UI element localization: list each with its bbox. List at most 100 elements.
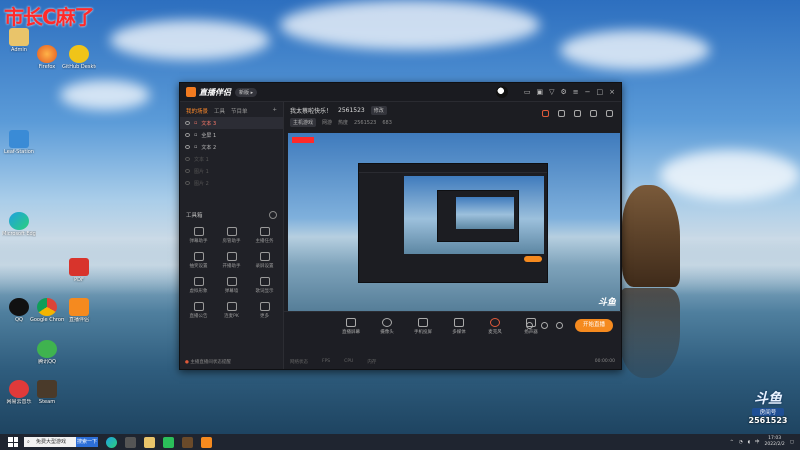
room-title: 我太蔡啦快乐！: [290, 108, 333, 115]
live-app-icon: [69, 298, 89, 316]
maximize-icon[interactable]: □: [597, 88, 604, 96]
version-badge[interactable]: 新版 ▸: [235, 87, 258, 97]
task-view-icon[interactable]: [125, 436, 136, 448]
tab-program[interactable]: 节目单: [231, 107, 248, 115]
eye-icon[interactable]: [185, 145, 190, 149]
notice-icon: ●: [185, 360, 189, 365]
room-number-label: 房间号: [752, 408, 784, 416]
edge-taskbar-icon[interactable]: [106, 436, 117, 448]
more-tools-icon[interactable]: [269, 211, 277, 219]
taskbar-search-input[interactable]: ⌕ 免费大型游戏: [24, 437, 76, 447]
eye-icon[interactable]: [541, 322, 548, 329]
desktop-icon-steam[interactable]: Steam: [30, 380, 64, 405]
scene-item-text1[interactable]: 文本 1: [180, 153, 283, 165]
desktop-icon-chrome[interactable]: Google Chrome: [30, 298, 64, 323]
user-icon: [226, 227, 237, 236]
add-scene-icon[interactable]: +: [272, 107, 277, 115]
tool-record[interactable]: 录屏设置: [250, 252, 280, 269]
skin-icon[interactable]: ▽: [549, 88, 554, 96]
desktop-icon-live[interactable]: 直播伴侣: [62, 298, 96, 323]
settings-icon[interactable]: ⚙: [560, 88, 566, 96]
tool-lottery[interactable]: 抽奖设置: [184, 252, 214, 269]
message-icon[interactable]: ▭: [524, 88, 531, 96]
room-id: 2561523: [338, 107, 365, 114]
user-avatar[interactable]: [495, 86, 508, 98]
eye-icon[interactable]: [185, 181, 190, 185]
tool-announcement[interactable]: 直播公告: [184, 302, 214, 319]
minimize-icon[interactable]: −: [585, 88, 591, 96]
gift-icon[interactable]: ▣: [536, 88, 543, 96]
windows-start-icon[interactable]: [8, 437, 18, 447]
source-screen-button[interactable]: 直播屏幕: [340, 318, 362, 335]
camera-icon: [382, 318, 392, 327]
tool-lyrics[interactable]: 歌词显示: [250, 277, 280, 294]
scene-item-image2[interactable]: 图片 2: [180, 177, 283, 189]
scene-item-fullscreen1[interactable]: ▫ 全屏 1: [180, 129, 283, 141]
share-icon[interactable]: [606, 110, 613, 117]
tool-danmaku[interactable]: 弹幕助手: [184, 227, 214, 244]
eye-icon[interactable]: [185, 169, 190, 173]
lock-icon[interactable]: ▫: [194, 144, 197, 150]
desktop-icon-tencent[interactable]: 腾讯QQ: [30, 340, 64, 365]
source-media-button[interactable]: 多媒体: [448, 318, 470, 335]
desktop-icon-firefox[interactable]: Firefox: [30, 45, 64, 70]
tab-tools[interactable]: 工具: [214, 107, 225, 115]
taskbar-search-button[interactable]: 搜索一下: [76, 437, 98, 447]
live-app-taskbar-icon[interactable]: [201, 436, 212, 448]
menu-icon[interactable]: ≡: [573, 88, 579, 96]
eye-icon[interactable]: [185, 133, 190, 137]
desktop-icon-pdf[interactable]: PDF: [62, 258, 96, 283]
green-app-icon[interactable]: [163, 436, 174, 448]
tool-avatar[interactable]: 虚拟形象: [184, 277, 214, 294]
eye-icon[interactable]: [185, 121, 190, 125]
nested-douyu-logo: 斗鱼: [597, 298, 616, 308]
lock-open-icon[interactable]: [574, 110, 581, 117]
volume-icon[interactable]: ◖: [748, 440, 750, 445]
scene-item-text2[interactable]: ▫ 文本 2: [180, 141, 283, 153]
category-tag[interactable]: 主机游戏: [290, 118, 317, 127]
tab-scenes[interactable]: 我的场景: [186, 107, 208, 115]
tool-danmaku-wall[interactable]: 弹幕墙: [217, 277, 247, 294]
notification-icon[interactable]: ▢: [790, 440, 794, 445]
eye-icon[interactable]: [185, 157, 190, 161]
lyrics-icon: [259, 277, 270, 286]
microphone-button[interactable]: 麦克风: [484, 318, 506, 335]
tool-pk[interactable]: 连麦PK: [217, 302, 247, 319]
live-preview[interactable]: 斗鱼: [288, 133, 620, 322]
gear-icon[interactable]: [556, 322, 563, 329]
source-phone-button[interactable]: 手机投屏: [412, 318, 434, 335]
edit-room-button[interactable]: 修改: [370, 106, 387, 115]
chevron-up-icon[interactable]: ^: [730, 440, 734, 445]
lock-icon[interactable]: [558, 110, 565, 117]
start-live-button[interactable]: 开始直播: [575, 319, 613, 332]
folder-icon: [9, 28, 29, 46]
douyu-logo: 斗鱼: [754, 391, 782, 407]
steam-taskbar-icon[interactable]: [182, 436, 193, 448]
scene-item-text3[interactable]: ▫ 文本 3: [180, 117, 283, 129]
bell-icon[interactable]: [590, 110, 597, 117]
close-icon[interactable]: ×: [609, 88, 615, 96]
desktop-icon-leaf[interactable]: Leaf-Station: [2, 130, 36, 155]
chrome-icon: [37, 298, 57, 316]
source-camera-button[interactable]: 摄像头: [376, 318, 398, 335]
network-icon[interactable]: ◔: [739, 440, 743, 445]
lock-icon[interactable]: ▫: [194, 132, 197, 138]
gift-box-icon[interactable]: [542, 110, 549, 117]
desktop-icon-edge[interactable]: Microsoft Edge: [2, 212, 36, 237]
main-panel: 我太蔡啦快乐！ 2561523 修改 主机游戏 网游 热度 2561523 68…: [284, 102, 621, 369]
lock-icon[interactable]: ▫: [194, 120, 197, 126]
status-bar: 网络状态 FPS CPU 内存 00:00:00: [290, 359, 615, 365]
tool-tasks[interactable]: 主播任务: [250, 227, 280, 244]
ime-icon[interactable]: 中: [755, 439, 760, 445]
scene-item-image1[interactable]: 图片 1: [180, 165, 283, 177]
clock[interactable]: 17:03 2022/2/2: [765, 436, 785, 448]
search-icon: ⌕: [27, 439, 30, 445]
app-logo-icon: [186, 87, 196, 97]
tool-more[interactable]: 更多: [250, 302, 280, 319]
desktop-icon-github[interactable]: GitHub Desktop: [62, 45, 96, 70]
tool-room-admin[interactable]: 房管助手: [217, 227, 247, 244]
shield-icon: [37, 340, 57, 358]
tool-start-helper[interactable]: 开播助手: [217, 252, 247, 269]
record-icon[interactable]: [526, 322, 533, 329]
explorer-icon[interactable]: [144, 436, 155, 448]
